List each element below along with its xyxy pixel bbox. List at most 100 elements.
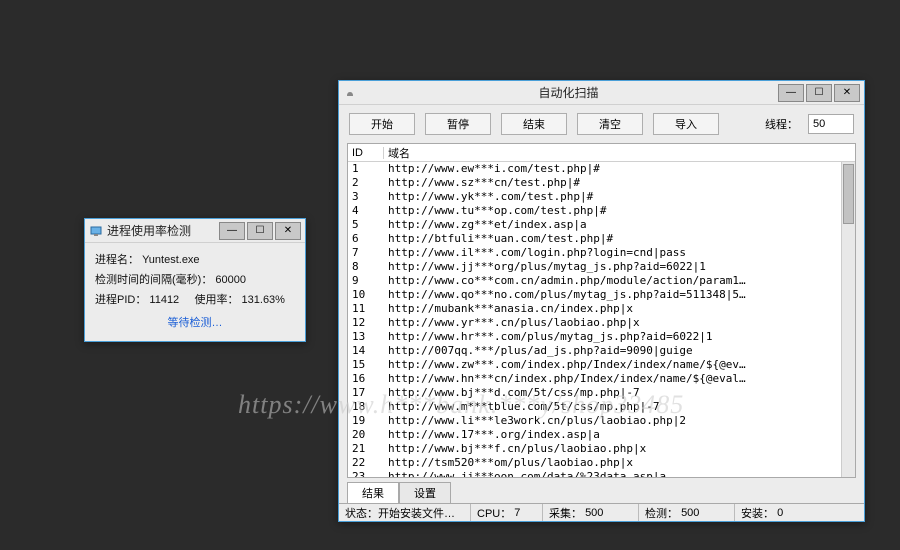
table-row[interactable]: 2http://www.sz***cn/test.php|#: [348, 176, 855, 190]
minimize-button[interactable]: —: [778, 84, 804, 102]
scrollbar-thumb[interactable]: [843, 164, 854, 224]
row-url: http://www.17***.org/index.asp|a: [384, 428, 855, 442]
statusbar: 状态： 开始安装文件… CPU： 7 采集： 500 检测： 500 安装： 0: [339, 503, 864, 521]
end-button[interactable]: 结束: [501, 113, 567, 135]
usage-label: 使用率：: [194, 294, 238, 306]
table-row[interactable]: 21http://www.bj***f.cn/plus/laobiao.php|…: [348, 442, 855, 456]
table-row[interactable]: 15http://www.zw***.com/index.php/Index/i…: [348, 358, 855, 372]
col-domain[interactable]: 域名: [384, 145, 855, 161]
toolbar: 开始 暂停 结束 清空 导入 线程：: [339, 105, 864, 143]
interval-value: 60000: [215, 274, 246, 286]
table-row[interactable]: 13http://www.hr***.com/plus/mytag_js.php…: [348, 330, 855, 344]
table-row[interactable]: 14http://007qq.***/plus/ad_js.php?aid=90…: [348, 344, 855, 358]
list-header[interactable]: ID 域名: [348, 144, 855, 162]
table-row[interactable]: 5http://www.zg***et/index.asp|a: [348, 218, 855, 232]
table-row[interactable]: 16http://www.hn***cn/index.php/Index/ind…: [348, 372, 855, 386]
table-row[interactable]: 20http://www.17***.org/index.asp|a: [348, 428, 855, 442]
row-id: 3: [348, 190, 384, 204]
close-button[interactable]: ✕: [275, 222, 301, 240]
maximize-button[interactable]: ☐: [806, 84, 832, 102]
list-body[interactable]: 1http://www.ew***i.com/test.php|#2http:/…: [348, 162, 855, 477]
table-row[interactable]: 8http://www.jj***org/plus/mytag_js.php?a…: [348, 260, 855, 274]
row-id: 12: [348, 316, 384, 330]
row-id: 13: [348, 330, 384, 344]
table-row[interactable]: 1http://www.ew***i.com/test.php|#: [348, 162, 855, 176]
status-install-label: 安装：: [741, 505, 774, 521]
status-state-label: 状态：: [345, 505, 378, 521]
row-url: http://mubank***anasia.cn/index.php|x: [384, 302, 855, 316]
table-row[interactable]: 7http://www.il***.com/login.php?login=cn…: [348, 246, 855, 260]
start-button[interactable]: 开始: [349, 113, 415, 135]
row-url: http://www.bj***f.cn/plus/laobiao.php|x: [384, 442, 855, 456]
row-url: http://www.hr***.com/plus/mytag_js.php?a…: [384, 330, 855, 344]
tab-result[interactable]: 结果: [347, 482, 399, 503]
table-row[interactable]: 10http://www.qo***no.com/plus/mytag_js.p…: [348, 288, 855, 302]
titlebar[interactable]: 进程使用率检测 — ☐ ✕: [85, 219, 305, 243]
row-id: 15: [348, 358, 384, 372]
minimize-button[interactable]: —: [219, 222, 245, 240]
app-icon: [89, 224, 103, 238]
interval-label: 检测时间的间隔(毫秒)：: [95, 274, 212, 286]
col-id[interactable]: ID: [348, 147, 384, 159]
row-url: http://www.il***.com/login.php?login=cnd…: [384, 246, 855, 260]
row-id: 11: [348, 302, 384, 316]
titlebar[interactable]: 自动化扫描 — ☐ ✕: [339, 81, 864, 105]
row-id: 1: [348, 162, 384, 176]
status-collect-label: 采集：: [549, 505, 582, 521]
table-row[interactable]: 6http://btfuli***uan.com/test.php|#: [348, 232, 855, 246]
row-url: http://www.qo***no.com/plus/mytag_js.php…: [384, 288, 855, 302]
row-url: http://007qq.***/plus/ad_js.php?aid=9090…: [384, 344, 855, 358]
tab-settings[interactable]: 设置: [399, 482, 451, 503]
row-url: http://www.yr***.cn/plus/laobiao.php|x: [384, 316, 855, 330]
scrollbar[interactable]: [841, 162, 855, 477]
row-id: 17: [348, 386, 384, 400]
proc-name: Yuntest.exe: [142, 254, 200, 266]
row-url: http://www.co***com.cn/admin.php/module/…: [384, 274, 855, 288]
row-url: http://www.ji***oon.com/data/%23data.asp…: [384, 470, 855, 477]
status-cpu-label: CPU：: [477, 505, 511, 521]
row-url: http://www.tu***op.com/test.php|#: [384, 204, 855, 218]
row-id: 21: [348, 442, 384, 456]
row-id: 5: [348, 218, 384, 232]
process-usage-window: 进程使用率检测 — ☐ ✕ 进程名： Yuntest.exe 检测时间的间隔(毫…: [84, 218, 306, 342]
pid-value: 11412: [149, 294, 179, 306]
row-id: 7: [348, 246, 384, 260]
row-id: 23: [348, 470, 384, 477]
row-id: 16: [348, 372, 384, 386]
import-button[interactable]: 导入: [653, 113, 719, 135]
proc-label: 进程名：: [95, 254, 139, 266]
maximize-button[interactable]: ☐: [247, 222, 273, 240]
row-url: http://www.yk***.com/test.php|#: [384, 190, 855, 204]
clear-button[interactable]: 清空: [577, 113, 643, 135]
pid-label: 进程PID：: [95, 294, 146, 306]
row-id: 19: [348, 414, 384, 428]
table-row[interactable]: 9http://www.co***com.cn/admin.php/module…: [348, 274, 855, 288]
result-list: ID 域名 1http://www.ew***i.com/test.php|#2…: [347, 143, 856, 478]
window-body: 进程名： Yuntest.exe 检测时间的间隔(毫秒)： 60000 进程PI…: [85, 243, 305, 342]
table-row[interactable]: 23http://www.ji***oon.com/data/%23data.a…: [348, 470, 855, 477]
row-id: 2: [348, 176, 384, 190]
table-row[interactable]: 11http://mubank***anasia.cn/index.php|x: [348, 302, 855, 316]
close-button[interactable]: ✕: [834, 84, 860, 102]
row-id: 20: [348, 428, 384, 442]
table-row[interactable]: 3http://www.yk***.com/test.php|#: [348, 190, 855, 204]
table-row[interactable]: 19http://www.li***le3work.cn/plus/laobia…: [348, 414, 855, 428]
status-state-value: 开始安装文件…: [378, 505, 455, 521]
status-cpu-value: 7: [514, 507, 520, 519]
row-url: http://btfuli***uan.com/test.php|#: [384, 232, 855, 246]
table-row[interactable]: 18http://www.m***tblue.com/5t/css/mp.php…: [348, 400, 855, 414]
row-id: 8: [348, 260, 384, 274]
row-url: http://www.zw***.com/index.php/Index/ind…: [384, 358, 855, 372]
row-url: http://www.ew***i.com/test.php|#: [384, 162, 855, 176]
row-url: http://www.jj***org/plus/mytag_js.php?ai…: [384, 260, 855, 274]
app-icon: [343, 86, 357, 100]
table-row[interactable]: 17http://www.bj***d.com/5t/css/mp.php|-7: [348, 386, 855, 400]
waiting-link[interactable]: 等待检测…: [95, 314, 295, 334]
table-row[interactable]: 22http://tsm520***om/plus/laobiao.php|x: [348, 456, 855, 470]
row-id: 10: [348, 288, 384, 302]
pause-button[interactable]: 暂停: [425, 113, 491, 135]
table-row[interactable]: 4http://www.tu***op.com/test.php|#: [348, 204, 855, 218]
thread-input[interactable]: [808, 114, 854, 134]
table-row[interactable]: 12http://www.yr***.cn/plus/laobiao.php|x: [348, 316, 855, 330]
status-detect-value: 500: [681, 507, 699, 519]
